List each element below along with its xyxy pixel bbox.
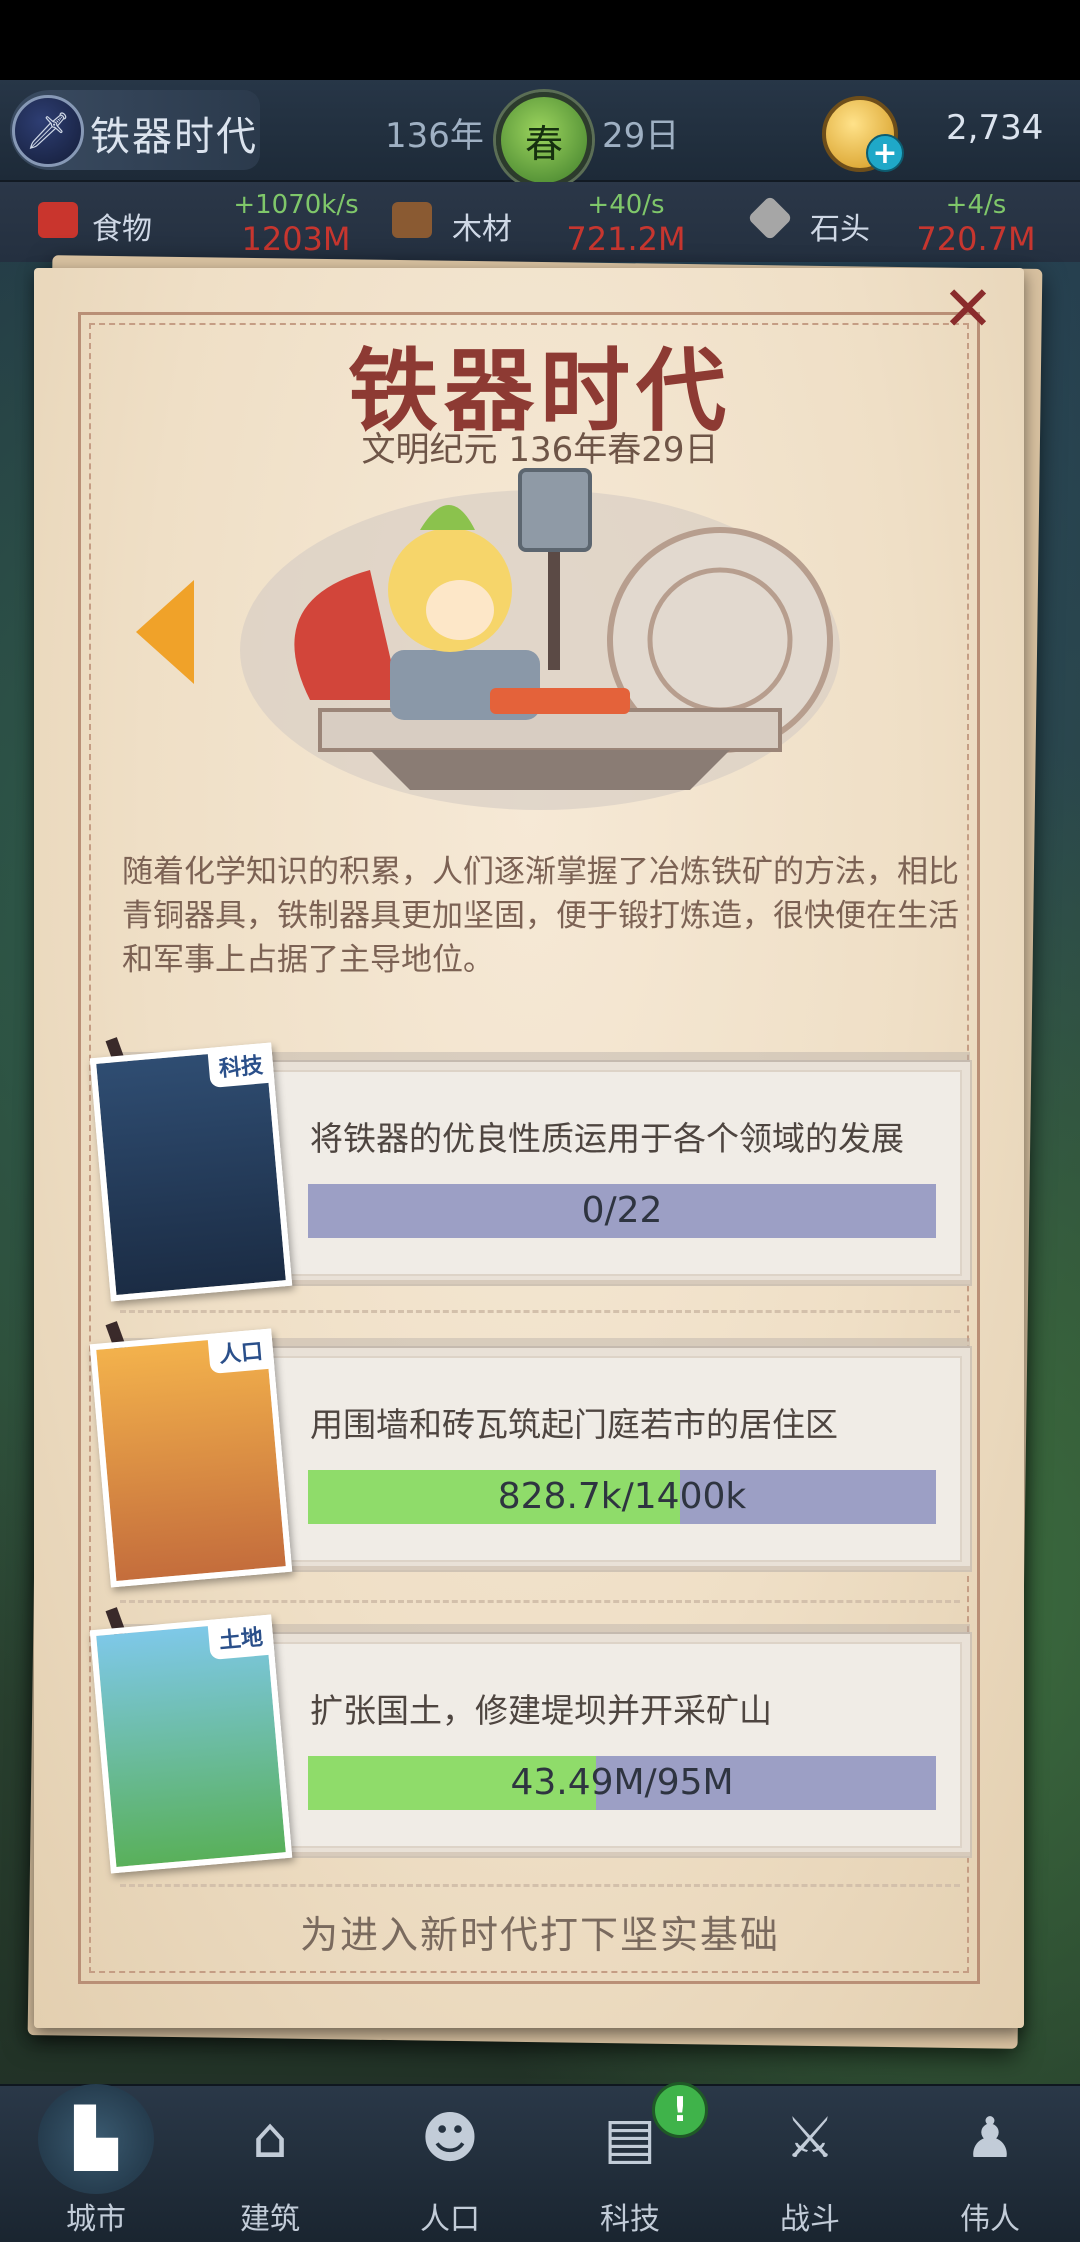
progress-bar: 828.7k/1400k [308, 1470, 936, 1524]
nav-population[interactable]: ☻ 人口 [360, 2084, 540, 2240]
resource-total: 720.7M [916, 220, 1036, 258]
resource-rate: +40/s [587, 190, 665, 220]
nav-label: 战斗 [780, 2202, 840, 2237]
task-tag: 科技 [207, 1042, 275, 1088]
nav-great-people[interactable]: ♟ 伟人 [900, 2084, 1080, 2240]
nav-label: 科技 [600, 2202, 660, 2237]
stone-icon [747, 195, 793, 241]
nav-label: 人口 [420, 2202, 480, 2237]
year-label: 136年 [385, 116, 484, 156]
divider [120, 1310, 960, 1313]
progress-text: 43.49M/95M [510, 1762, 734, 1803]
era-badge[interactable]: 🗡 铁器时代 [10, 90, 260, 170]
resource-wood[interactable]: 木材 +40/s 721.2M [388, 182, 718, 262]
resource-label: 木材 [452, 212, 512, 247]
resource-rate: +1070k/s [233, 190, 359, 220]
season-badge: 春 [496, 92, 592, 188]
resource-label: 石头 [810, 212, 870, 247]
wood-icon [392, 202, 432, 238]
divider [120, 1884, 960, 1887]
progress-text: 828.7k/1400k [497, 1476, 747, 1517]
task-tag: 土地 [207, 1614, 275, 1660]
previous-era-arrow[interactable] [136, 580, 194, 684]
nav-label: 城市 [66, 2202, 126, 2237]
resource-food[interactable]: 食物 +1070k/s 1203M [30, 182, 360, 262]
day-label: 29日 [602, 116, 680, 156]
resource-label: 食物 [92, 212, 152, 247]
resource-total: 1203M [241, 220, 351, 258]
castle-icon: ▙ [74, 2106, 118, 2171]
resource-total: 721.2M [566, 220, 686, 258]
population-card-image: 人口 [89, 1328, 293, 1588]
popup-footer: 为进入新时代打下坚实基础 [299, 1913, 780, 1957]
progress-text: 0/22 [581, 1190, 663, 1231]
divider [120, 1600, 960, 1603]
resource-bar: 食物 +1070k/s 1203M 木材 +40/s 721.2M 石头 +4/… [0, 182, 1080, 262]
era-name: 铁器时代 [90, 114, 258, 160]
land-card-image: 土地 [89, 1614, 293, 1874]
era-description: 随着化学知识的积累，人们逐渐掌握了冶炼铁矿的方法，相比青铜器具，铁制器具更加坚固… [122, 854, 959, 978]
task-text: 扩张国土，修建堤坝并开采矿山 [310, 1691, 772, 1730]
tech-card-image: 科技 [89, 1042, 293, 1302]
era-illustration [240, 468, 840, 810]
task-text: 用围墙和砖瓦筑起门庭若市的居住区 [310, 1405, 838, 1444]
resource-stone[interactable]: 石头 +4/s 720.7M [747, 182, 1080, 262]
progress-bar: 0/22 [308, 1184, 936, 1238]
nav-label: 伟人 [960, 2202, 1020, 2237]
task-text: 将铁器的优良性质运用于各个领域的发展 [310, 1119, 904, 1158]
house-icon: ⌂ [252, 2106, 288, 2171]
coin-count: 2,734 [946, 108, 1044, 148]
nav-label: 建筑 [240, 2202, 300, 2237]
tech-notification-badge: ! [652, 2082, 708, 2138]
bust-icon: ♟ [964, 2106, 1016, 2171]
add-coins-button[interactable]: + [866, 134, 904, 172]
meat-icon [38, 202, 78, 238]
nav-city[interactable]: ▙ 城市 [6, 2084, 186, 2240]
person-icon: ☻ [420, 2106, 480, 2171]
sword-icon: 🗡 [12, 95, 84, 167]
nav-buildings[interactable]: ⌂ 建筑 [180, 2084, 360, 2240]
swords-icon: ⚔ [784, 2106, 836, 2171]
nav-battle[interactable]: ⚔ 战斗 [720, 2084, 900, 2240]
resource-rate: +4/s [945, 190, 1007, 220]
progress-bar: 43.49M/95M [308, 1756, 936, 1810]
task-tag: 人口 [207, 1328, 275, 1374]
